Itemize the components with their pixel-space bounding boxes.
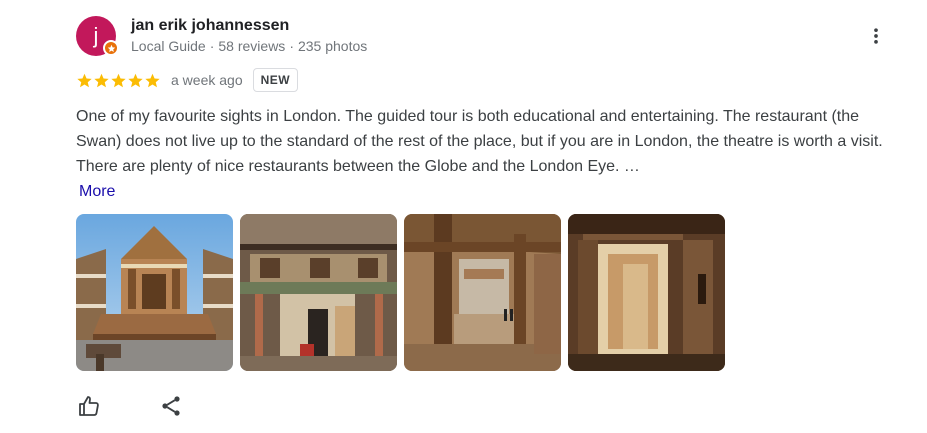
review-body: One of my favourite sights in London. Th… <box>76 108 883 175</box>
thumb-up-icon <box>79 396 99 416</box>
like-button[interactable] <box>76 393 102 419</box>
photos-count: 235 photos <box>297 38 368 54</box>
star-icon <box>144 72 161 89</box>
review-photo-1[interactable] <box>76 214 233 371</box>
star-icon <box>93 72 110 89</box>
more-vert-icon <box>874 28 878 44</box>
more-options-button[interactable] <box>864 24 888 48</box>
share-icon <box>162 396 180 416</box>
star-rating <box>76 72 161 89</box>
share-button[interactable] <box>158 393 184 419</box>
author-name[interactable]: jan erik johannessen <box>131 16 289 36</box>
review-actions <box>76 393 184 419</box>
reviews-count: 58 reviews <box>218 38 286 54</box>
review-photo-4[interactable] <box>568 214 725 371</box>
local-guide-badge-icon <box>103 40 119 56</box>
stage-frons-photo <box>240 214 397 371</box>
star-icon <box>127 72 144 89</box>
review-time: a week ago <box>171 72 243 88</box>
interior-beams-photo <box>404 214 561 371</box>
author-avatar[interactable]: j <box>76 16 119 56</box>
corridor-photo <box>568 214 725 371</box>
new-badge: NEW <box>252 68 299 92</box>
local-guide-label: Local Guide <box>131 38 206 54</box>
separator-dot: · <box>209 38 215 54</box>
review-photo-3[interactable] <box>404 214 561 371</box>
rating-row: a week ago NEW <box>76 66 299 94</box>
review-photo-2[interactable] <box>240 214 397 371</box>
star-icon <box>110 72 127 89</box>
star-icon <box>76 72 93 89</box>
review-text: One of my favourite sights in London. Th… <box>76 104 896 179</box>
separator-dot: · <box>289 38 294 54</box>
review-photos <box>76 214 732 371</box>
globe-stage-photo <box>76 214 233 371</box>
review-card: j jan erik johannessen Local Guide · 58 re… <box>0 0 927 433</box>
author-meta: Local Guide · 58 reviews · 235 photos <box>131 37 367 55</box>
more-link[interactable]: More <box>79 180 115 204</box>
